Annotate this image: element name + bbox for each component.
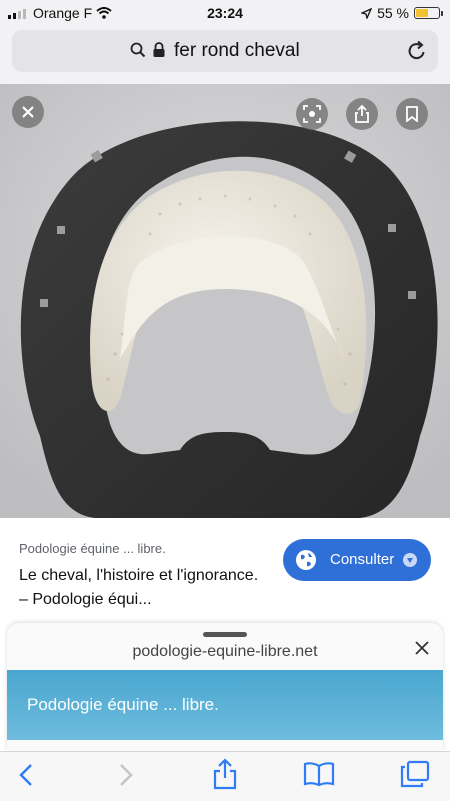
battery-icon bbox=[414, 7, 443, 19]
lens-button[interactable] bbox=[296, 98, 328, 130]
lens-icon bbox=[303, 105, 321, 123]
preview-banner: Podologie équine ... libre. bbox=[7, 670, 443, 740]
bookmark-icon bbox=[406, 106, 418, 122]
status-right: 55 % bbox=[361, 5, 443, 21]
share-icon[interactable] bbox=[212, 758, 238, 790]
tabs-icon[interactable] bbox=[400, 760, 430, 788]
bookmarks-icon[interactable] bbox=[303, 761, 335, 787]
browser-toolbar bbox=[0, 751, 450, 801]
close-viewer-button[interactable] bbox=[12, 96, 44, 128]
result-source[interactable]: Podologie équine ... libre. bbox=[19, 541, 166, 556]
share-icon bbox=[355, 105, 369, 123]
reload-icon[interactable] bbox=[406, 40, 428, 62]
consult-label: Consulter bbox=[330, 551, 395, 568]
battery-percent: 55 % bbox=[377, 5, 409, 21]
preview-domain: podologie-equine-libre.net bbox=[132, 643, 318, 660]
status-bar: Orange F 23:24 55 % bbox=[0, 0, 450, 26]
address-text: fer rond cheval bbox=[174, 40, 300, 61]
close-icon bbox=[22, 106, 34, 118]
result-title[interactable]: Le cheval, l'histoire et l'ignorance. – … bbox=[19, 564, 269, 612]
share-image-button[interactable] bbox=[346, 98, 378, 130]
preview-sheet[interactable]: podologie-equine-libre.net Podologie équ… bbox=[7, 623, 443, 751]
consult-button[interactable]: Consulter bbox=[283, 539, 431, 581]
result-image[interactable] bbox=[0, 84, 450, 518]
horseshoe-photo bbox=[0, 84, 450, 518]
location-arrow-icon bbox=[361, 7, 373, 19]
back-icon[interactable] bbox=[18, 762, 34, 788]
close-icon[interactable] bbox=[415, 641, 429, 655]
address-bar[interactable]: fer rond cheval bbox=[12, 30, 438, 72]
sheet-grabber[interactable] bbox=[203, 632, 247, 637]
chevron-down-icon bbox=[403, 553, 417, 567]
lock-icon bbox=[153, 42, 165, 57]
address-bar-area: fer rond cheval bbox=[0, 26, 450, 84]
search-icon bbox=[130, 42, 146, 58]
result-info: Podologie équine ... libre. Le cheval, l… bbox=[0, 518, 450, 628]
save-image-button[interactable] bbox=[396, 98, 428, 130]
preview-banner-text: Podologie équine ... libre. bbox=[27, 695, 219, 714]
forward-icon[interactable] bbox=[118, 762, 134, 788]
globe-icon bbox=[296, 550, 316, 570]
